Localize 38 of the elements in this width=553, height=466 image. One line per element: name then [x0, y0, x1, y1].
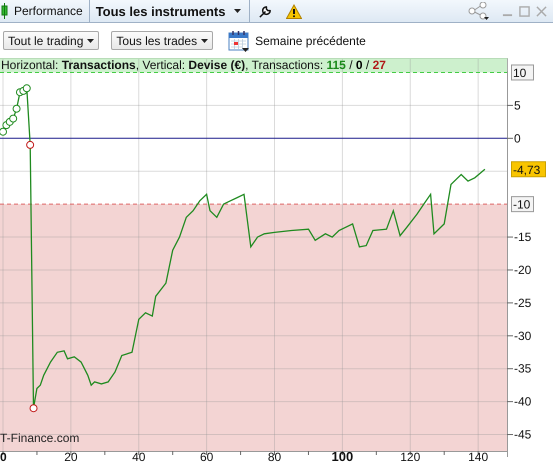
x-tick-label: 40 — [132, 450, 146, 464]
y-tick-label: -25 — [514, 296, 532, 310]
data-point-marker — [30, 404, 38, 412]
data-point-marker — [22, 84, 31, 92]
caret-icon — [234, 9, 240, 13]
x-tick-label: 20 — [64, 450, 78, 464]
caret-icon — [87, 38, 94, 42]
share-icon[interactable] — [468, 2, 490, 20]
period-label: Semaine précédente — [255, 34, 366, 48]
y-tick-label: -30 — [514, 328, 532, 343]
caret-icon — [201, 38, 208, 42]
calendar-icon[interactable] — [228, 30, 250, 52]
y-tick-label: -40 — [514, 394, 532, 409]
x-tick-label: 0 — [0, 450, 7, 464]
instrument-dropdown[interactable]: Tous les instruments — [90, 0, 250, 22]
y-tick-label: -45 — [514, 428, 532, 442]
data-point-marker — [26, 140, 34, 149]
x-tick-label: 120 — [400, 450, 420, 464]
y-tick-label: 5 — [514, 98, 521, 112]
wrench-icon[interactable] — [258, 4, 272, 18]
x-tick-label: 60 — [200, 450, 214, 464]
filter-dropdown[interactable]: Tous les trades — [111, 31, 214, 50]
y-tick-label: -15 — [514, 230, 532, 244]
watermark-text: T-Finance.com — [0, 431, 80, 445]
y-tick-label: -35 — [514, 362, 532, 376]
warning-icon[interactable] — [286, 4, 302, 18]
x-tick-label: 100 — [332, 449, 354, 464]
current-value-label: -4,73 — [511, 161, 546, 178]
threshold-label: 10 — [511, 64, 534, 80]
threshold-label: -10 — [511, 196, 534, 212]
filter-dropdown[interactable]: Tout le trading — [3, 31, 100, 50]
y-tick-label: -20 — [514, 262, 532, 277]
data-point-marker — [9, 114, 18, 123]
x-tick-label: 80 — [268, 450, 282, 464]
performance-tab[interactable]: Performance — [0, 0, 90, 22]
y-tick-label: 0 — [514, 131, 521, 146]
data-point-marker — [12, 104, 21, 113]
x-tick-label: 140 — [468, 450, 488, 464]
